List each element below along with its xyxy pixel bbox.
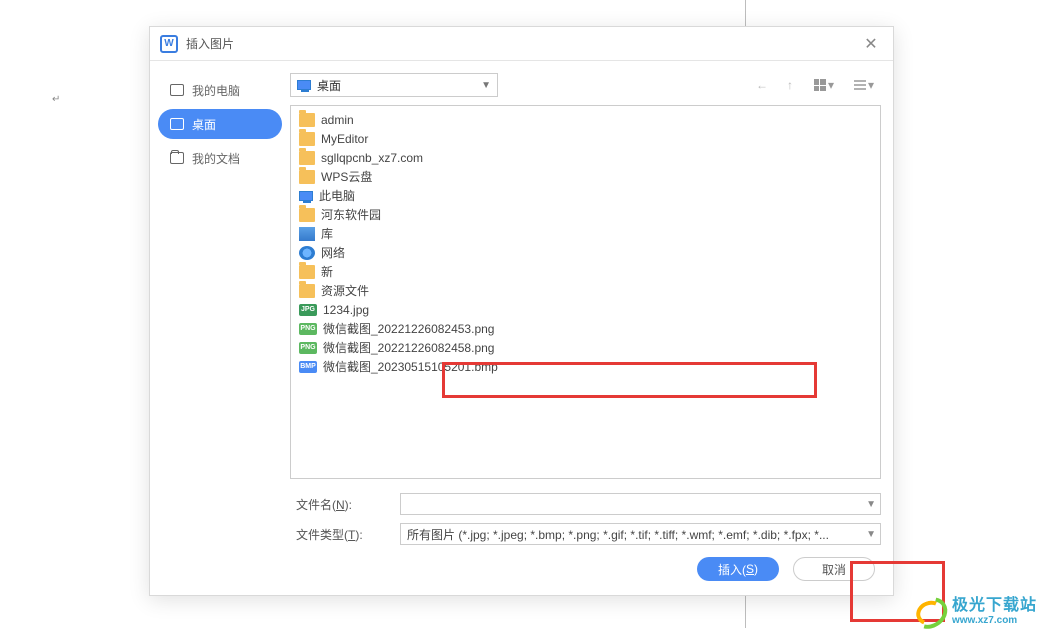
file-row[interactable]: 河东软件园	[297, 205, 874, 224]
filename-row: 文件名(N): ▼	[290, 491, 881, 517]
watermark: 极光下载站 www.xz7.com	[912, 591, 1037, 626]
paragraph-mark: ↵	[52, 94, 60, 105]
folder-icon	[299, 113, 315, 127]
filetype-select[interactable]: 所有图片 (*.jpg; *.jpeg; *.bmp; *.png; *.gif…	[400, 523, 881, 545]
file-name: WPS云盘	[321, 168, 372, 185]
chevron-down-icon: ▼	[866, 499, 876, 510]
jpg-icon: JPG	[299, 304, 317, 316]
up-button[interactable]: ↑	[779, 74, 801, 96]
sidebar-item-label: 我的文档	[192, 150, 240, 167]
file-name: 微信截图_20221226082453.png	[323, 320, 494, 337]
file-name: 微信截图_20221226082458.png	[323, 339, 494, 356]
file-row[interactable]: JPG 1234.jpg	[297, 300, 874, 319]
filetype-row: 文件类型(T): 所有图片 (*.jpg; *.jpeg; *.bmp; *.p…	[290, 521, 881, 547]
monitor-icon	[170, 118, 184, 130]
file-row[interactable]: 库	[297, 224, 874, 243]
folder-icon	[299, 208, 315, 222]
file-row[interactable]: sgllqpcnb_xz7.com	[297, 148, 874, 167]
path-label: 桌面	[317, 77, 341, 94]
folder-icon	[299, 170, 315, 184]
chevron-down-icon: ▾	[868, 78, 874, 92]
close-button[interactable]: ✕	[857, 30, 885, 58]
file-name: 新	[321, 263, 333, 280]
folder-icon	[299, 284, 315, 298]
file-row[interactable]: 资源文件	[297, 281, 874, 300]
form-area: 文件名(N): ▼ 文件类型(T): 所有图片 (*.jpg; *.jpeg; …	[290, 479, 881, 585]
file-row[interactable]: MyEditor	[297, 129, 874, 148]
main-panel: 桌面 ▼ ← ↑ ▾ ▾ admin MyEditor sgllqpcnb_xz7.…	[290, 61, 893, 595]
file-row[interactable]: BMP 微信截图_20230515105201.bmp	[297, 357, 874, 376]
file-name: 网络	[321, 244, 345, 261]
path-dropdown[interactable]: 桌面 ▼	[290, 73, 498, 97]
chevron-down-icon: ▼	[481, 80, 491, 91]
sidebar-item-desktop[interactable]: 桌面	[158, 109, 282, 139]
file-row[interactable]: 此电脑	[297, 186, 874, 205]
chevron-down-icon: ▾	[828, 78, 834, 92]
file-row[interactable]: admin	[297, 110, 874, 129]
dialog-titlebar: W 插入图片 ✕	[150, 27, 893, 61]
view-options-button[interactable]: ▾	[807, 74, 841, 96]
file-row[interactable]: 新	[297, 262, 874, 281]
insert-image-dialog: W 插入图片 ✕ 我的电脑 桌面 我的文档 桌面 ▼	[149, 26, 894, 596]
computer-icon	[299, 191, 313, 201]
back-button[interactable]: ←	[751, 74, 773, 96]
folder-icon	[299, 265, 315, 279]
desktop-icon	[297, 80, 311, 90]
file-name: 河东软件园	[321, 206, 381, 223]
filename-label: 文件名(N):	[290, 496, 400, 513]
sidebar-item-my-computer[interactable]: 我的电脑	[158, 75, 282, 105]
file-name: 库	[321, 225, 333, 242]
network-icon	[299, 246, 315, 260]
file-name: sgllqpcnb_xz7.com	[321, 151, 423, 165]
wps-app-icon: W	[160, 35, 178, 53]
sidebar-item-label: 我的电脑	[192, 82, 240, 99]
file-name: 资源文件	[321, 282, 369, 299]
list-icon	[854, 79, 866, 91]
dialog-body: 我的电脑 桌面 我的文档 桌面 ▼ ← ↑	[150, 61, 893, 595]
dialog-title: 插入图片	[186, 35, 857, 52]
location-sidebar: 我的电脑 桌面 我的文档	[150, 61, 290, 595]
folder-icon	[299, 151, 315, 165]
watermark-logo-icon	[912, 595, 946, 623]
filetype-label: 文件类型(T):	[290, 526, 400, 543]
file-list[interactable]: admin MyEditor sgllqpcnb_xz7.com WPS云盘此电脑河东…	[290, 105, 881, 479]
file-name: 微信截图_20230515105201.bmp	[323, 358, 498, 375]
file-row[interactable]: 网络	[297, 243, 874, 262]
file-name: admin	[321, 113, 354, 127]
list-options-button[interactable]: ▾	[847, 74, 881, 96]
watermark-url: www.xz7.com	[952, 615, 1037, 626]
file-row[interactable]: WPS云盘	[297, 167, 874, 186]
png-icon: PNG	[299, 342, 317, 354]
file-name: MyEditor	[321, 132, 368, 146]
file-row[interactable]: PNG 微信截图_20221226082458.png	[297, 338, 874, 357]
folder-icon	[299, 132, 315, 146]
button-row: 插入(S) 取消	[290, 547, 881, 585]
cancel-button[interactable]: 取消	[793, 557, 875, 581]
grid-icon	[814, 79, 826, 91]
file-name: 此电脑	[319, 187, 355, 204]
watermark-text: 极光下载站	[952, 591, 1037, 615]
folder-icon	[170, 152, 184, 164]
monitor-icon	[170, 84, 184, 96]
chevron-down-icon: ▼	[866, 529, 876, 540]
toolbar: 桌面 ▼ ← ↑ ▾ ▾	[290, 71, 881, 99]
bmp-icon: BMP	[299, 361, 317, 373]
png-icon: PNG	[299, 323, 317, 335]
file-name: 1234.jpg	[323, 303, 369, 317]
library-icon	[299, 227, 315, 241]
sidebar-item-label: 桌面	[192, 116, 216, 133]
filename-input[interactable]: ▼	[400, 493, 881, 515]
filetype-value: 所有图片 (*.jpg; *.jpeg; *.bmp; *.png; *.gif…	[407, 526, 829, 543]
file-row[interactable]: PNG 微信截图_20221226082453.png	[297, 319, 874, 338]
insert-button[interactable]: 插入(S)	[697, 557, 779, 581]
sidebar-item-documents[interactable]: 我的文档	[158, 143, 282, 173]
